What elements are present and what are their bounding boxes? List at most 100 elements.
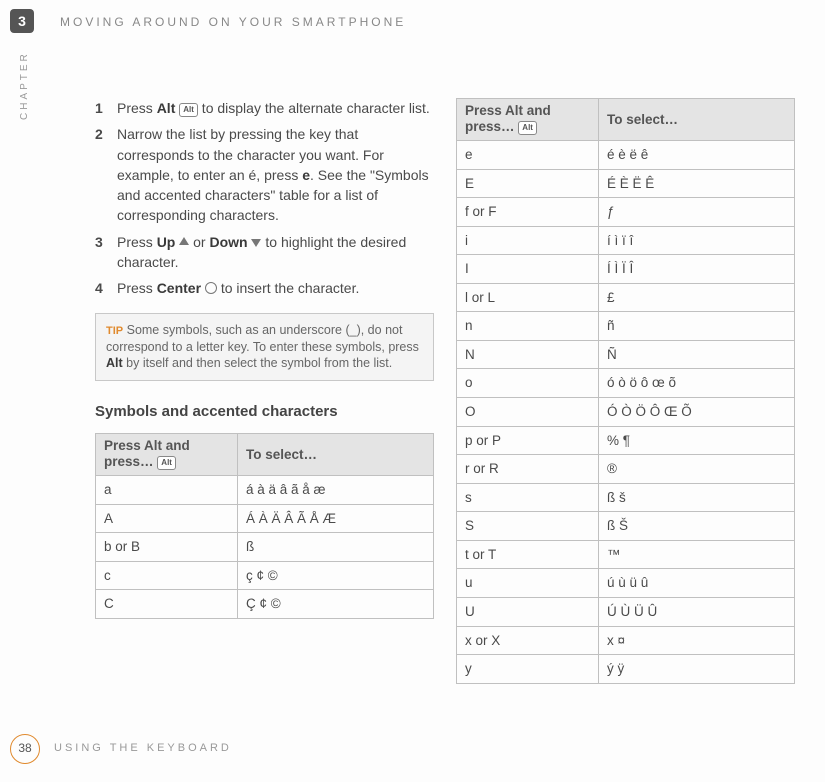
key-cell: i [457,226,599,255]
footer-text: USING THE KEYBOARD [54,741,232,757]
key-cell: f or F [457,198,599,227]
step-text: Press Center to insert the character. [117,278,434,298]
step-text: Narrow the list by pressing the key that… [117,124,434,225]
symbols-table-right: Press Alt and press… Alt To select… eé è… [456,98,795,684]
key-cell: e [457,140,599,169]
table-row: b or Bß [96,533,434,562]
key-cell: t or T [457,540,599,569]
table-row: x or Xx ¤ [457,626,795,655]
table-row: OÓ Ò Ö Ô Œ Õ [457,398,795,427]
value-cell: í ì ï î [598,226,794,255]
table-row: AÁ À Ä Â Ã Å Æ [96,504,434,533]
down-icon [251,239,261,247]
value-cell: Á À Ä Â Ã Å Æ [237,504,433,533]
table-header-col2: To select… [237,434,433,476]
key-cell: O [457,398,599,427]
table-row: CÇ ¢ © [96,590,434,619]
key-cell: S [457,512,599,541]
center-icon [205,282,217,294]
key-cell: n [457,312,599,341]
table-row: aá à ä â ã å æ [96,476,434,505]
table-header-col2: To select… [598,99,794,141]
alt-key-icon: Alt [518,121,537,135]
value-cell: ™ [598,540,794,569]
key-cell: c [96,561,238,590]
step-item: 4Press Center to insert the character. [95,278,434,298]
steps-list: 1Press Alt Alt to display the alternate … [95,98,434,299]
step-item: 1Press Alt Alt to display the alternate … [95,98,434,118]
table-row: p or P% ¶ [457,426,795,455]
table-row: eé è ë ê [457,140,795,169]
key-cell: N [457,340,599,369]
table-row: sß š [457,483,795,512]
value-cell: Í Ì Ï Î [598,255,794,284]
table-row: oó ò ö ô œ õ [457,369,795,398]
key-cell: s [457,483,599,512]
up-icon [179,237,189,245]
value-cell: ç ¢ © [237,561,433,590]
value-cell: £ [598,283,794,312]
value-cell: ß Š [598,512,794,541]
key-cell: o [457,369,599,398]
symbols-table-left: Press Alt and press… Alt To select… aá à… [95,433,434,619]
value-cell: ý ÿ [598,655,794,684]
value-cell: ú ù ü û [598,569,794,598]
step-text: Press Up or Down to highlight the desire… [117,232,434,273]
table-row: EÉ È Ë Ê [457,169,795,198]
table-header-col1: Press Alt and press… Alt [457,99,599,141]
footer: 38 USING THE KEYBOARD [10,734,232,764]
value-cell: Ñ [598,340,794,369]
value-cell: É È Ë Ê [598,169,794,198]
value-cell: Ç ¢ © [237,590,433,619]
table-header-col1: Press Alt and press… Alt [96,434,238,476]
key-cell: U [457,597,599,626]
key-cell: y [457,655,599,684]
table-row: UÚ Ù Ü Û [457,597,795,626]
table-row: IÍ Ì Ï Î [457,255,795,284]
step-text: Press Alt Alt to display the alternate c… [117,98,434,118]
page-number: 38 [10,734,40,764]
value-cell: % ¶ [598,426,794,455]
table-row: l or L£ [457,283,795,312]
value-cell: Ó Ò Ö Ô Œ Õ [598,398,794,427]
value-cell: ó ò ö ô œ õ [598,369,794,398]
step-number: 1 [95,98,117,118]
table-row: r or R® [457,455,795,484]
key-cell: r or R [457,455,599,484]
key-cell: C [96,590,238,619]
table-row: uú ù ü û [457,569,795,598]
table-row: t or T™ [457,540,795,569]
tip-label: TIP [106,325,123,337]
subheading: Symbols and accented characters [95,401,434,423]
table-row: NÑ [457,340,795,369]
key-cell: A [96,504,238,533]
alt-key-icon: Alt [157,456,176,470]
step-item: 3Press Up or Down to highlight the desir… [95,232,434,273]
key-cell: E [457,169,599,198]
value-cell: ® [598,455,794,484]
key-cell: u [457,569,599,598]
value-cell: ß [237,533,433,562]
key-cell: b or B [96,533,238,562]
running-head: MOVING AROUND ON YOUR SMARTPHONE [60,14,406,31]
key-cell: x or X [457,626,599,655]
key-cell: l or L [457,283,599,312]
value-cell: é è ë ê [598,140,794,169]
key-cell: p or P [457,426,599,455]
value-cell: ñ [598,312,794,341]
table-row: cç ¢ © [96,561,434,590]
step-number: 4 [95,278,117,298]
key-cell: a [96,476,238,505]
value-cell: ß š [598,483,794,512]
table-row: Sß Š [457,512,795,541]
value-cell: ƒ [598,198,794,227]
chapter-label: CHAPTER [18,51,33,120]
step-number: 2 [95,124,117,225]
value-cell: á à ä â ã å æ [237,476,433,505]
table-row: f or Fƒ [457,198,795,227]
table-row: yý ÿ [457,655,795,684]
value-cell: x ¤ [598,626,794,655]
alt-key-icon: Alt [179,103,198,117]
table-row: nñ [457,312,795,341]
key-cell: I [457,255,599,284]
